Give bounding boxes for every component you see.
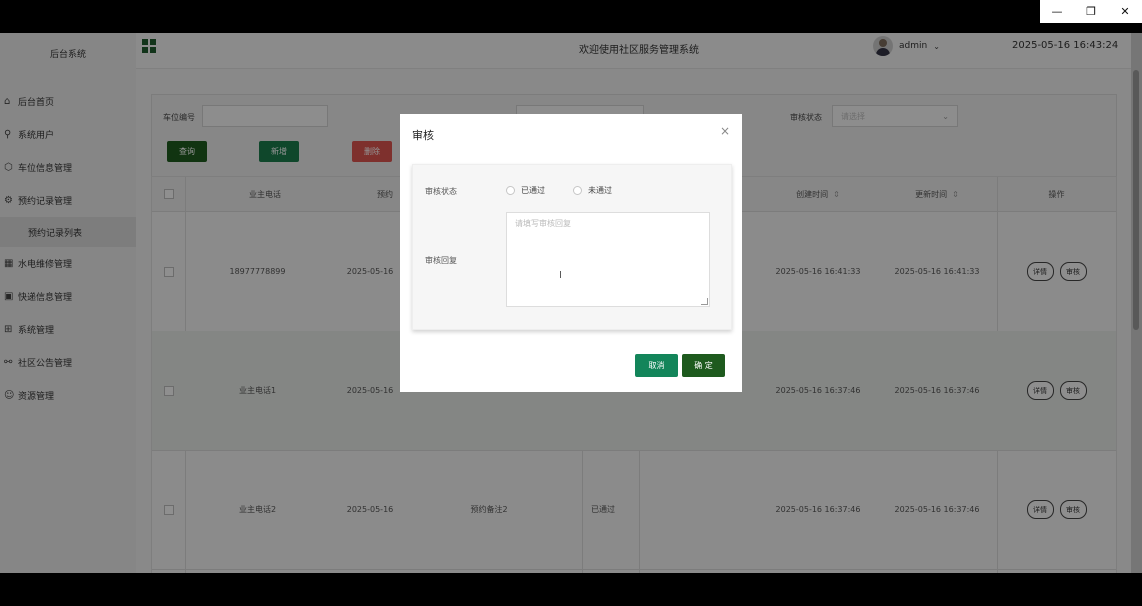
review-reply-placeholder: 请填写审核回复 xyxy=(515,219,571,228)
review-dialog: 审核 × 审核状态 已通过 未通过 审核回复 请填写审核回复 I 取消 确 定 xyxy=(400,114,742,392)
review-status-label: 审核状态 xyxy=(425,187,457,196)
radio-circle xyxy=(573,186,582,195)
window-controls: — ❐ ✕ xyxy=(1040,0,1142,23)
radio-label: 已通过 xyxy=(521,186,545,195)
minimize-icon[interactable]: — xyxy=(1040,0,1074,23)
confirm-button[interactable]: 确 定 xyxy=(682,354,725,377)
text-cursor-icon: I xyxy=(559,270,562,281)
radio-rejected[interactable]: 未通过 xyxy=(573,185,612,196)
radio-approved[interactable]: 已通过 xyxy=(506,185,545,196)
radio-circle xyxy=(506,186,515,195)
restore-icon[interactable]: ❐ xyxy=(1074,0,1108,23)
window-titlebar: — ❐ ✕ xyxy=(0,0,1142,23)
close-icon[interactable]: ✕ xyxy=(1108,0,1142,23)
review-form: 审核状态 已通过 未通过 审核回复 请填写审核回复 I xyxy=(412,164,732,330)
review-reply-textarea[interactable]: 请填写审核回复 I xyxy=(506,212,710,307)
bottom-bar xyxy=(0,573,1142,606)
radio-label: 未通过 xyxy=(588,186,612,195)
cancel-button[interactable]: 取消 xyxy=(635,354,678,377)
review-reply-label: 审核回复 xyxy=(425,256,457,265)
resize-handle[interactable] xyxy=(701,298,708,305)
close-icon[interactable]: × xyxy=(720,124,730,138)
dialog-title: 审核 xyxy=(412,129,434,142)
